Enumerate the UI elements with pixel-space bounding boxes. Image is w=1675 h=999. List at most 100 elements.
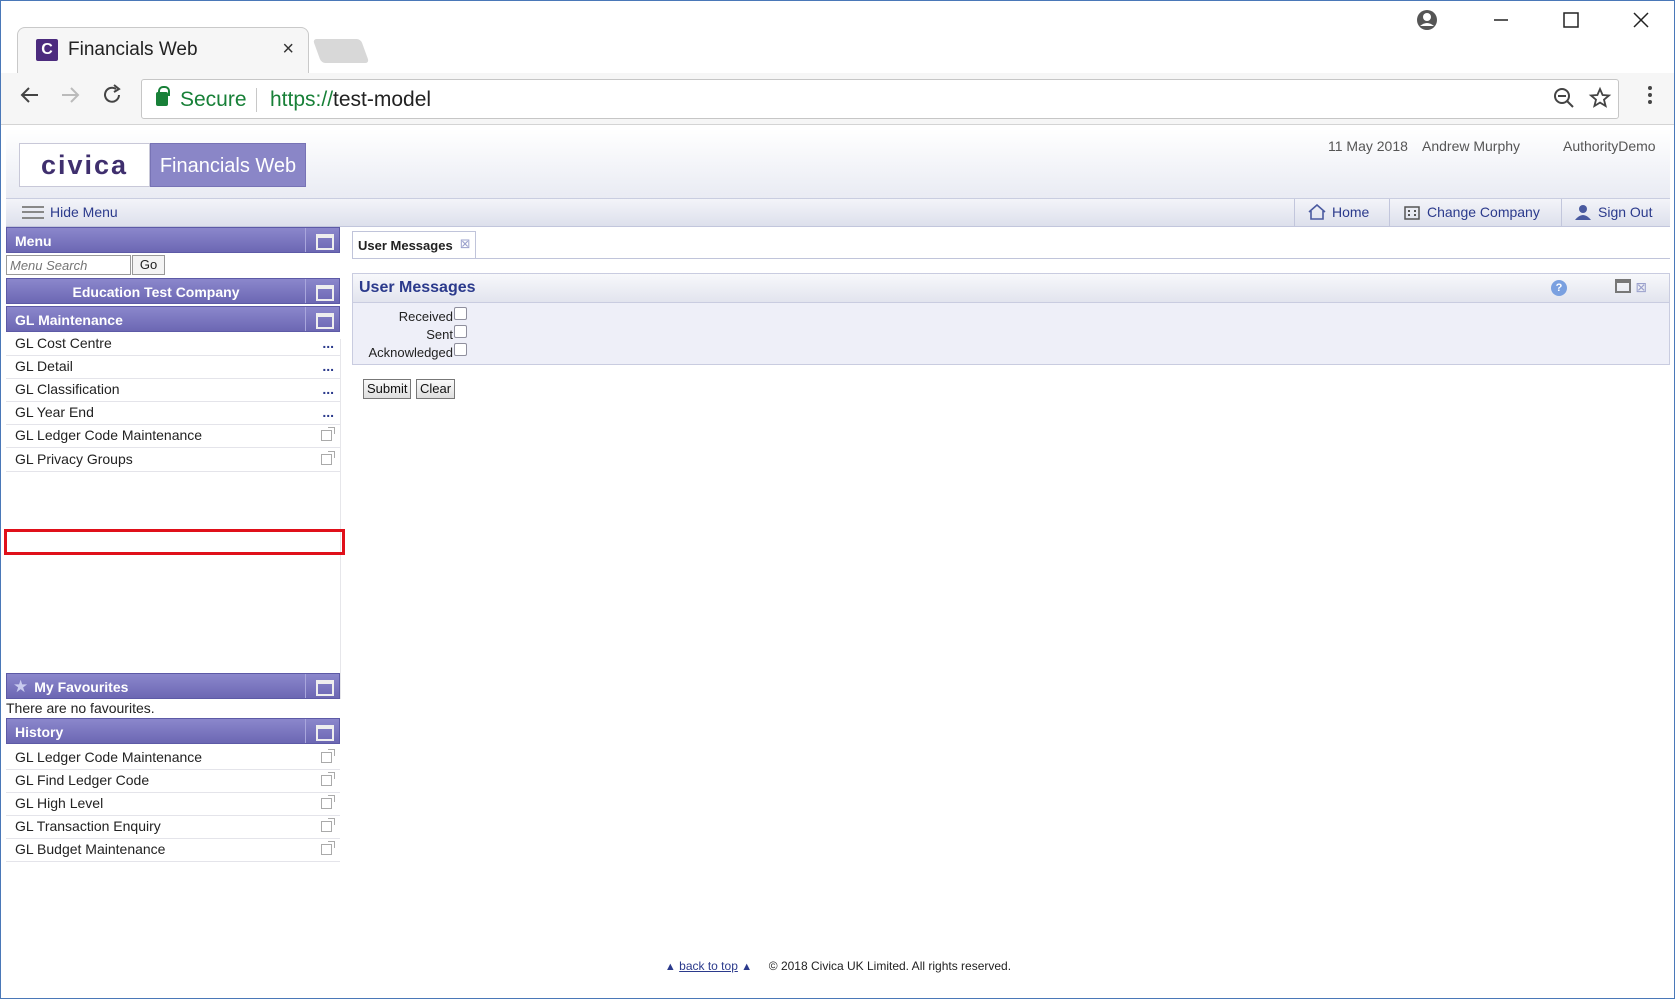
page-footer: ▲ back to top ▲ © 2018 Civica UK Limited… [6,959,1670,979]
history-item[interactable]: GL Budget Maintenance [6,838,340,862]
history-item[interactable]: GL High Level [6,792,340,816]
up-triangle-icon: ▲ [664,961,676,973]
browser-menu-icon[interactable] [1633,83,1667,114]
more-icon[interactable]: ... [322,332,334,355]
favourites-header[interactable]: ★ My Favourites [6,673,340,699]
open-external-icon[interactable] [321,795,335,809]
maximize-icon[interactable] [1551,9,1591,37]
highlight-box [4,529,345,555]
header-authority: AuthorityDemo [1563,138,1656,154]
history-header[interactable]: History [6,718,340,744]
home-link[interactable]: Home [1308,203,1369,220]
close-window-icon[interactable] [1621,9,1661,37]
address-bar[interactable]: Secure https://test-model [141,79,1619,119]
new-tab-button[interactable] [312,39,370,63]
menu-item-gl-detail[interactable]: GL Detail... [6,355,340,379]
browser-toolbar: Secure https://test-model [1,73,1674,125]
tab-close-icon[interactable]: ⊠ [460,236,471,252]
left-menu-panel: Menu Go Education Test Company GL Mainte… [4,227,345,993]
url-scheme: https:// [270,88,334,111]
browser-titlebar: C Financials Web × [1,1,1674,75]
menu-item-label: GL Classification [15,381,120,397]
window-icon[interactable] [1615,279,1631,293]
company-panel-toggle-icon[interactable] [305,279,339,303]
message-filter-box: Received Sent Acknowledged [352,303,1670,365]
menu-search-go-button[interactable]: Go [132,255,165,275]
open-external-icon[interactable] [321,772,335,786]
submit-button[interactable]: Submit [363,379,412,399]
close-panel-icon[interactable]: ⊠ [1635,279,1647,296]
sign-out-label: Sign Out [1598,204,1653,220]
browser-tab-title: Financials Web [68,39,198,60]
menu-item-gl-classification[interactable]: GL Classification... [6,378,340,402]
menu-item-gl-cost-centre[interactable]: GL Cost Centre... [6,332,340,356]
menu-item-label: GL Detail [15,358,73,374]
company-name: Education Test Company [72,284,240,300]
browser-window: C Financials Web × Secure https://test-m… [0,0,1675,999]
sent-checkbox[interactable] [454,325,467,338]
hide-menu-button[interactable]: Hide Menu [22,204,118,220]
menu-column-border [340,339,341,699]
menubar-divider [1294,199,1295,227]
open-external-icon[interactable] [321,841,335,855]
open-external-icon[interactable] [321,427,335,441]
change-company-link[interactable]: Change Company [1403,204,1540,220]
back-to-top-link[interactable]: back to top [679,959,738,973]
history-item[interactable]: GL Find Ledger Code [6,769,340,793]
open-external-icon[interactable] [321,818,335,832]
help-icon[interactable]: ? [1551,280,1567,296]
folder-up-icon[interactable] [305,307,339,331]
favourites-panel-toggle-icon[interactable] [305,674,339,698]
history-item[interactable]: GL Ledger Code Maintenance [6,746,340,770]
menu-item-gl-ledger-code-maintenance[interactable]: GL Ledger Code Maintenance [6,424,340,448]
up-triangle-icon: ▲ [741,961,753,973]
civica-favicon-icon: C [36,39,58,61]
star-icon: ★ [13,677,29,696]
secure-label: Secure [180,88,247,111]
zoom-out-icon[interactable] [1552,86,1576,116]
history-item-label: GL High Level [15,795,104,811]
menu-search-input[interactable] [6,255,131,275]
history-panel-toggle-icon[interactable] [305,719,339,743]
user-sign-out-icon [1574,204,1592,220]
tab-user-messages[interactable]: User Messages ⊠ [352,231,476,258]
home-icon [1308,203,1326,220]
bookmark-star-icon[interactable] [1588,86,1612,116]
more-icon[interactable]: ... [322,355,334,378]
tab-baseline [352,258,1670,259]
received-checkbox[interactable] [454,307,467,320]
menu-item-label: GL Cost Centre [15,335,112,351]
tab-user-messages-label: User Messages [358,238,453,253]
menu-panel-toggle-icon[interactable] [305,228,339,252]
hide-menu-label: Hide Menu [50,204,118,220]
history-item-label: GL Find Ledger Code [15,772,150,788]
menubar-divider [1561,199,1562,227]
clear-button[interactable]: Clear [416,379,456,399]
forward-arrow-icon[interactable] [53,83,87,114]
menu-item-gl-privacy-groups[interactable]: GL Privacy Groups [6,448,340,472]
no-favourites-text: There are no favourites. [6,700,155,716]
company-header[interactable]: Education Test Company [6,278,340,304]
sent-label: Sent [426,327,453,342]
tab-close-icon[interactable]: × [282,38,294,61]
more-icon[interactable]: ... [322,401,334,424]
url-text[interactable]: https://test-model [270,88,431,112]
minimize-icon[interactable] [1481,9,1521,37]
financials-web-app: civica Financials Web 11 May 2018 Andrew… [4,129,1670,993]
menu-item-gl-year-end[interactable]: GL Year End... [6,401,340,425]
browser-tab[interactable]: C Financials Web × [17,27,309,75]
reload-icon[interactable] [95,83,129,114]
open-external-icon[interactable] [321,749,335,763]
sign-out-link[interactable]: Sign Out [1574,204,1652,220]
favourites-title: My Favourites [34,679,129,695]
acknowledged-checkbox[interactable] [454,343,467,356]
gl-maintenance-header[interactable]: GL Maintenance [6,306,340,332]
more-icon[interactable]: ... [322,378,334,401]
open-external-icon[interactable] [321,451,335,465]
gl-maintenance-title: GL Maintenance [15,312,123,328]
account-icon[interactable] [1407,9,1447,38]
menu-item-label: GL Ledger Code Maintenance [15,427,203,443]
history-item[interactable]: GL Transaction Enquiry [6,815,340,839]
product-title: Financials Web [150,143,306,187]
back-arrow-icon[interactable] [13,83,47,114]
